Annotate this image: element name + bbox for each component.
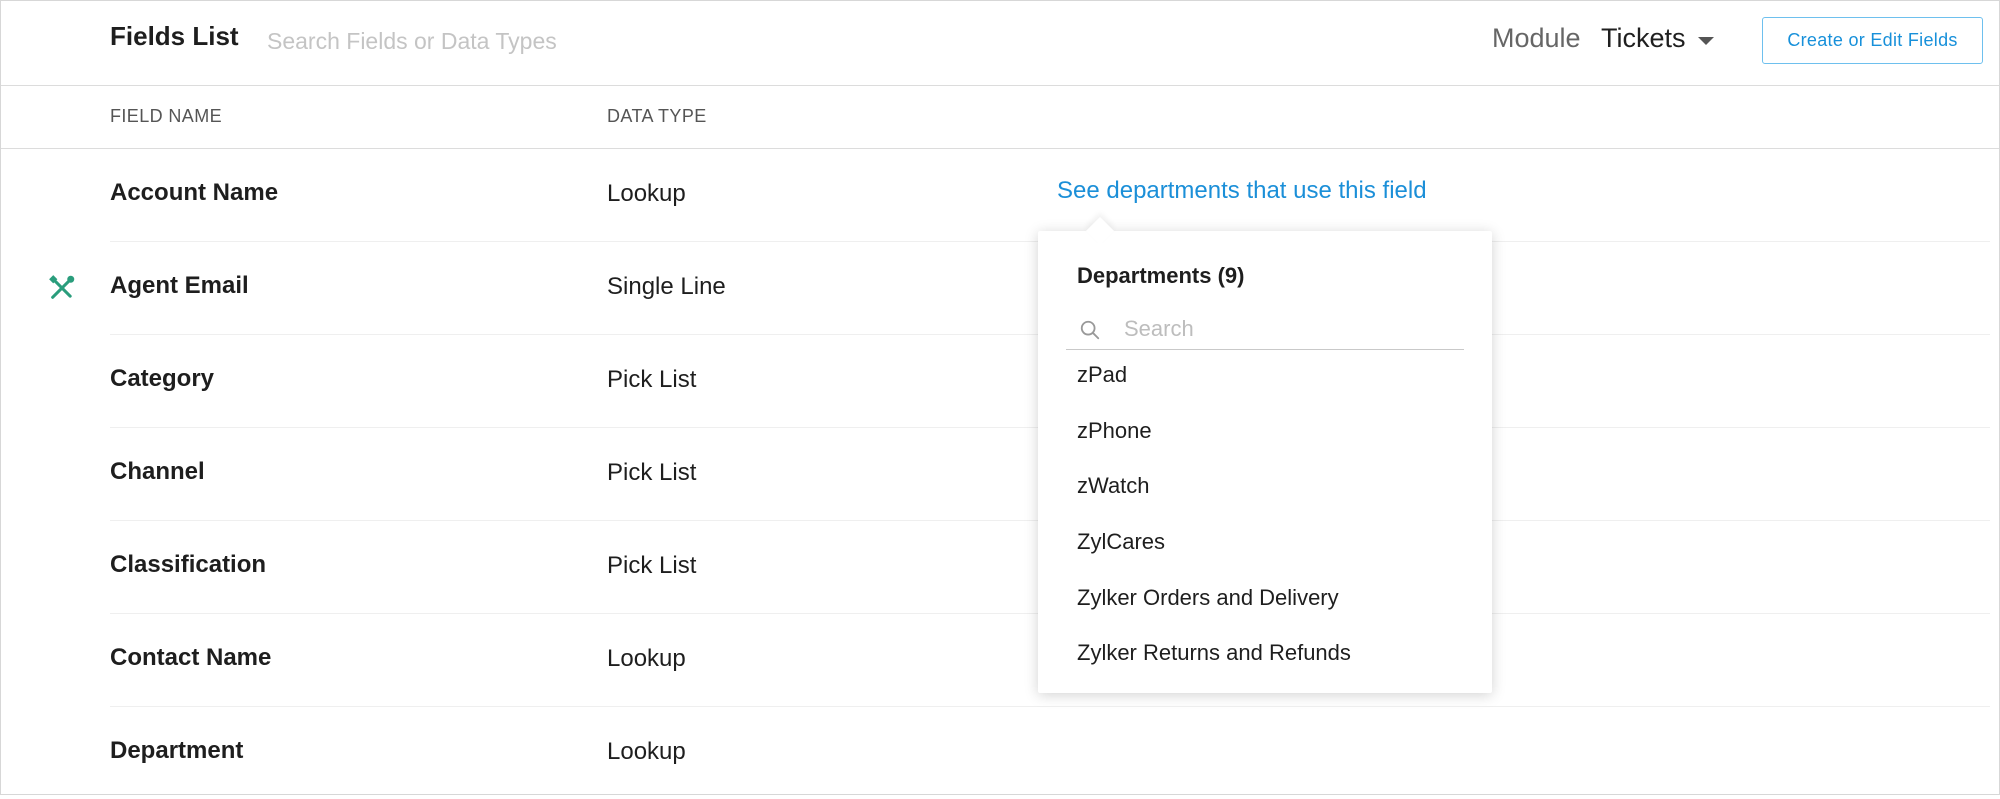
field-name: Classification	[110, 551, 267, 578]
departments-search-input[interactable]	[1122, 311, 1456, 347]
field-name: Account Name	[110, 179, 279, 206]
module-label: Module	[1492, 23, 1581, 53]
departments-list: zPad zPhone zWatch ZylCares Zylker Order…	[1077, 363, 1351, 697]
popover-title: Departments (9)	[1077, 263, 1245, 288]
department-item[interactable]: ZylCares	[1077, 530, 1351, 586]
page-title: Fields List	[110, 21, 239, 51]
create-edit-fields-button[interactable]: Create or Edit Fields	[1762, 17, 1983, 64]
table-row[interactable]: Account Name Lookup See departments that…	[110, 149, 1990, 242]
field-name: Category	[110, 365, 215, 392]
field-name: Agent Email	[110, 272, 249, 299]
column-header-data-type: DATA TYPE	[607, 106, 707, 126]
departments-search	[1066, 307, 1464, 350]
fields-list-page: Fields List Module Tickets Create or Edi…	[0, 0, 2000, 795]
field-name: Contact Name	[110, 644, 272, 671]
field-data-type: Lookup	[607, 645, 686, 672]
page-header: Fields List Module Tickets Create or Edi…	[1, 1, 1999, 86]
fields-search-input[interactable]	[265, 19, 629, 63]
department-item[interactable]: zWatch	[1077, 474, 1351, 530]
department-item[interactable]: Zylker Returns and Refunds	[1077, 641, 1351, 697]
department-item[interactable]: zPhone	[1077, 418, 1351, 475]
field-data-type: Single Line	[607, 273, 726, 300]
field-data-type: Pick List	[607, 459, 697, 486]
search-icon	[1080, 320, 1100, 340]
see-departments-link[interactable]: See departments that use this field	[1057, 177, 1427, 205]
table-row[interactable]: Department Lookup	[110, 707, 1990, 799]
module-dropdown-value: Tickets	[1601, 23, 1686, 53]
field-data-type: Pick List	[607, 552, 697, 579]
table-header: FIELD NAME DATA TYPE	[1, 86, 1999, 149]
column-header-field-name: FIELD NAME	[110, 106, 223, 126]
module-dropdown[interactable]: Tickets	[1601, 23, 1714, 54]
field-data-type: Lookup	[607, 738, 686, 765]
field-data-type: Lookup	[607, 180, 686, 207]
departments-popover: Departments (9) zPad zPhone zWatch ZylCa…	[1038, 216, 1492, 693]
caret-down-icon	[1697, 36, 1714, 45]
wrench-icon[interactable]	[48, 274, 76, 302]
field-name: Department	[110, 737, 244, 764]
department-item[interactable]: Zylker Orders and Delivery	[1077, 585, 1351, 642]
department-item[interactable]: zPad	[1077, 363, 1351, 419]
field-data-type: Pick List	[607, 366, 697, 393]
fields-table-body: Account Name Lookup See departments that…	[1, 149, 1999, 799]
field-name: Channel	[110, 458, 205, 485]
